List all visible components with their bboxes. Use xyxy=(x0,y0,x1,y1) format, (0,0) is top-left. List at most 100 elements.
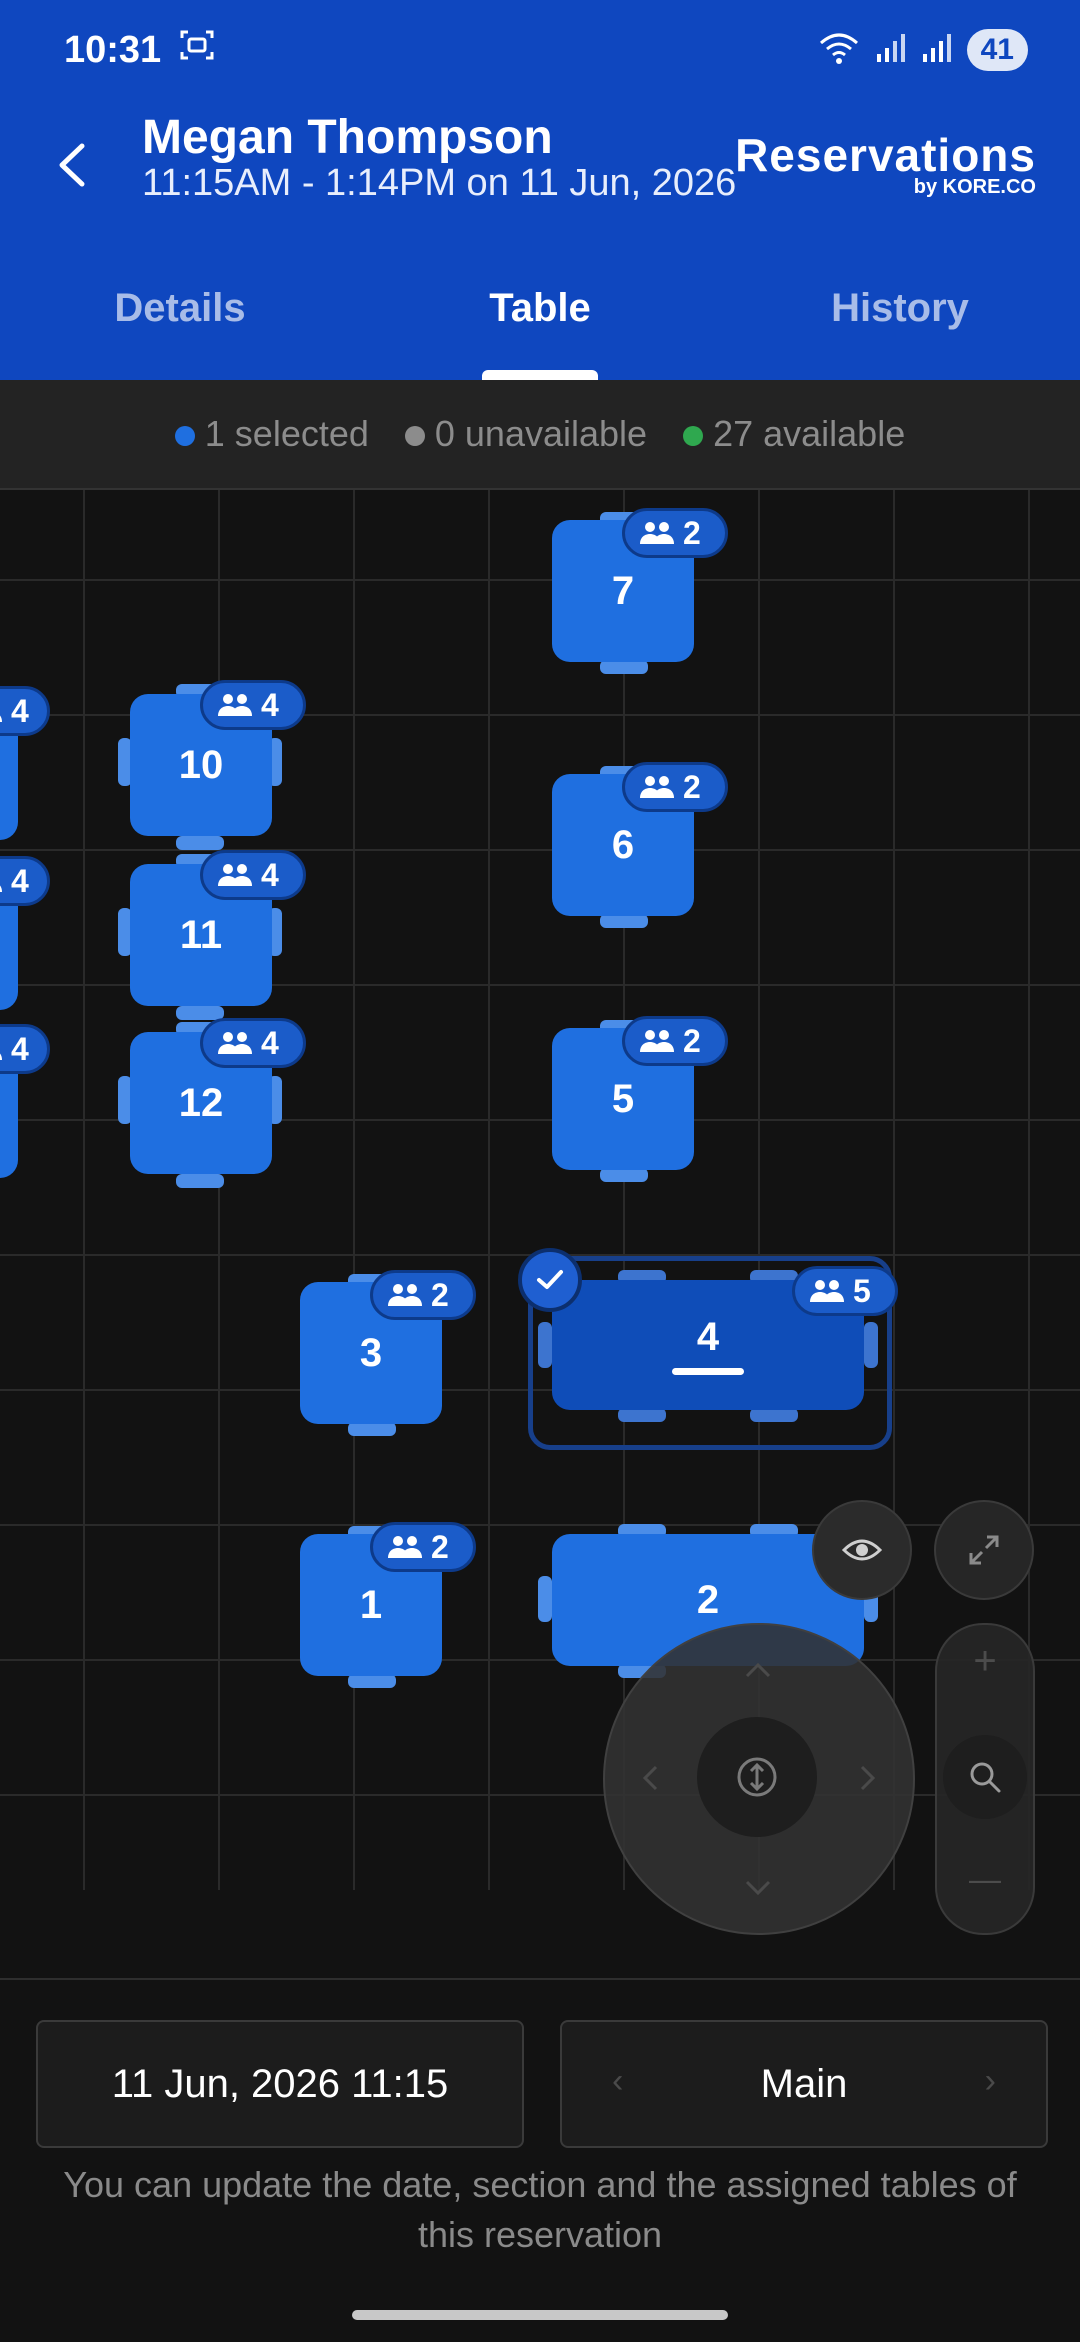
section-next-button[interactable]: › xyxy=(985,2062,996,2101)
status-icons: 41 xyxy=(819,29,1028,71)
tab-bar: Details Table History xyxy=(0,280,1080,380)
chair xyxy=(600,1168,648,1182)
date-value: 11 Jun, 2026 11:15 xyxy=(111,2061,449,2106)
chevron-left-icon xyxy=(642,1765,658,1791)
section-prev-button[interactable]: ‹ xyxy=(612,2062,623,2101)
people-icon xyxy=(640,1030,674,1052)
chevron-up-icon xyxy=(745,1662,771,1678)
capacity-badge: 2 xyxy=(370,1522,476,1572)
back-button[interactable] xyxy=(52,140,92,190)
pan-joystick[interactable] xyxy=(603,1623,915,1935)
capacity-badge: 4 xyxy=(200,680,306,730)
chevron-right-icon xyxy=(860,1765,876,1791)
table-edge-c[interactable]: 4 xyxy=(0,1024,56,1184)
chair xyxy=(750,1408,798,1422)
selected-check xyxy=(518,1248,582,1312)
capacity-badge: 2 xyxy=(370,1270,476,1320)
tab-indicator xyxy=(482,370,598,380)
table-12[interactable]: 12 4 xyxy=(118,1018,308,1194)
people-icon xyxy=(218,1032,252,1054)
status-bar: 10:31 41 xyxy=(64,22,1028,78)
tab-history[interactable]: History xyxy=(720,280,1080,380)
chair xyxy=(348,1422,396,1436)
screenshot-icon xyxy=(179,27,215,73)
unavailable-dot-icon xyxy=(404,426,425,447)
plus-icon[interactable]: + xyxy=(937,1639,1033,1684)
table-edge-b[interactable]: 4 xyxy=(0,856,56,1016)
search-icon xyxy=(970,1762,1001,1793)
joystick-knob[interactable] xyxy=(697,1717,817,1837)
brand-logo: Reservations by KORE.CO xyxy=(735,128,1036,199)
people-icon xyxy=(388,1536,422,1558)
capacity-badge: 5 xyxy=(792,1266,898,1316)
reservation-time: 11:15AM - 1:14PM on 11 Jun, 2026 xyxy=(142,162,737,204)
capacity-badge: 4 xyxy=(200,1018,306,1068)
tab-details[interactable]: Details xyxy=(0,280,360,380)
chair xyxy=(618,1408,666,1422)
fullscreen-button[interactable] xyxy=(934,1500,1034,1600)
guest-name: Megan Thompson xyxy=(142,111,553,164)
people-icon xyxy=(0,1053,2,1060)
signal-icon xyxy=(875,32,905,69)
chair xyxy=(176,1174,224,1188)
chair xyxy=(600,914,648,928)
chair xyxy=(538,1576,552,1622)
people-icon xyxy=(0,885,2,892)
people-icon xyxy=(810,1280,844,1302)
people-icon xyxy=(218,694,252,716)
signal-icon-2 xyxy=(921,32,951,69)
legend-available: 27 available xyxy=(683,413,905,455)
capacity-badge: 4 xyxy=(0,856,50,906)
table-number: 4 xyxy=(696,1315,720,1359)
minus-icon[interactable]: — xyxy=(937,1861,1033,1898)
table-legend: 1 selected 0 unavailable 27 available xyxy=(0,380,1080,490)
people-icon xyxy=(640,776,674,798)
legend-selected: 1 selected xyxy=(174,413,369,455)
move-icon xyxy=(737,1757,777,1797)
bottom-panel: 11 Jun, 2026 11:15 ‹ Main › You can upda… xyxy=(0,1978,1080,2342)
section-selector[interactable]: ‹ Main › xyxy=(560,2020,1048,2148)
zoom-search-button[interactable] xyxy=(943,1735,1027,1819)
table-1[interactable]: 1 2 xyxy=(300,1522,478,1694)
table-5[interactable]: 5 2 xyxy=(552,1016,728,1188)
legend-unavailable: 0 unavailable xyxy=(404,413,647,455)
expand-icon xyxy=(969,1535,999,1565)
people-icon xyxy=(218,864,252,886)
table-10[interactable]: 10 4 xyxy=(118,680,308,856)
capacity-badge: 4 xyxy=(0,1024,50,1074)
visibility-button[interactable] xyxy=(812,1500,912,1600)
chair xyxy=(176,836,224,850)
people-icon xyxy=(388,1284,422,1306)
chair xyxy=(864,1322,878,1368)
brand-name: Reservations xyxy=(735,129,1036,181)
floor-map[interactable]: 7 2 4 4 4 10 4 6 2 11 4 12 4 5 2 3 2 4 5… xyxy=(0,490,1080,1890)
people-icon xyxy=(0,715,2,722)
chevron-down-icon xyxy=(745,1880,771,1896)
app-header: 10:31 41 Megan Thompson 11:15AM - 1:14PM… xyxy=(0,0,1080,380)
chair xyxy=(538,1322,552,1368)
people-icon xyxy=(640,522,674,544)
selected-dot-icon xyxy=(174,426,195,447)
capacity-badge: 2 xyxy=(622,1016,728,1066)
date-selector[interactable]: 11 Jun, 2026 11:15 xyxy=(36,2020,524,2148)
table-4[interactable]: 4 5 xyxy=(538,1266,898,1446)
table-7[interactable]: 7 2 xyxy=(552,508,728,680)
helper-text: You can update the date, section and the… xyxy=(63,2164,1017,2255)
status-time: 10:31 xyxy=(64,28,162,71)
wifi-icon xyxy=(819,31,859,70)
available-dot-icon xyxy=(683,426,704,447)
eye-icon xyxy=(842,1539,882,1561)
chair xyxy=(348,1674,396,1688)
selected-underline xyxy=(672,1368,744,1375)
table-11[interactable]: 11 4 xyxy=(118,850,308,1026)
tab-table[interactable]: Table xyxy=(360,280,720,380)
table-6[interactable]: 6 2 xyxy=(552,762,728,934)
check-icon xyxy=(537,1270,563,1289)
chair xyxy=(600,660,648,674)
table-edge-a[interactable]: 4 xyxy=(0,686,56,846)
home-indicator[interactable] xyxy=(352,2310,728,2320)
chevron-left-icon xyxy=(59,143,85,187)
capacity-badge: 4 xyxy=(200,850,306,900)
section-value: Main xyxy=(760,2061,848,2106)
table-3[interactable]: 3 2 xyxy=(300,1270,478,1442)
